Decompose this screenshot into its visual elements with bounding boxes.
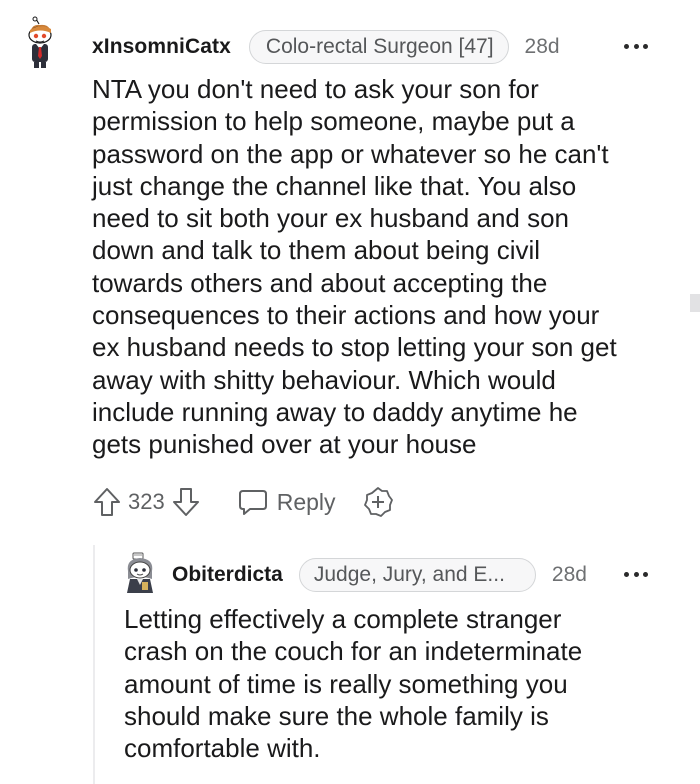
- body-line: NTA you don't need to ask your son for: [92, 74, 539, 104]
- comment-body: NTA you don't need to ask your son for p…: [92, 73, 672, 461]
- reply-username[interactable]: Obiterdicta: [172, 563, 283, 587]
- plus-badge-icon: [363, 487, 393, 517]
- reply-label: Reply: [276, 488, 336, 515]
- body-line: include running away to daddy anytime he: [92, 396, 578, 427]
- reply-body-line: amount of time is really something you: [124, 668, 568, 699]
- comment-timestamp[interactable]: 28d: [525, 35, 560, 59]
- reply-more-options-icon[interactable]: [624, 570, 648, 578]
- body-line: consequences to their actions and how yo…: [92, 300, 600, 331]
- user-avatar[interactable]: [22, 16, 66, 76]
- reply-button[interactable]: Reply: [237, 487, 336, 517]
- body-line: password on the app or whatever so he ca…: [92, 138, 609, 169]
- comment-header: xInsomniCatx Colo-rectal Surgeon [47] 28…: [92, 30, 560, 64]
- speech-bubble-icon: [238, 490, 267, 515]
- body-line: down and talk to them about being civil: [92, 235, 541, 266]
- reply-body-line: should make sure the whole family is: [124, 700, 549, 731]
- comment-action-bar: 323 Reply: [92, 484, 394, 520]
- downvote-arrow-icon[interactable]: [171, 486, 201, 518]
- reply-body: Letting effectively a complete stranger …: [124, 603, 644, 764]
- body-line: away with shitty behaviour. Which would: [92, 364, 556, 395]
- scrollbar-thumb[interactable]: [690, 294, 700, 312]
- upvote-arrow-icon[interactable]: [92, 486, 122, 518]
- award-button[interactable]: [362, 486, 394, 518]
- user-flair: Colo-rectal Surgeon [47]: [248, 30, 509, 64]
- thread-line[interactable]: [93, 545, 95, 784]
- reply-header: Obiterdicta Judge, Jury, and E... 28d: [172, 558, 587, 592]
- body-line: just change the channel like that. You a…: [92, 170, 577, 201]
- reply-body-line: crash on the couch for an indeterminate: [124, 636, 583, 667]
- reply-body-line: comfortable with.: [124, 733, 321, 764]
- body-line: towards others and about accepting the: [92, 267, 548, 298]
- vote-count: 323: [128, 489, 165, 514]
- body-line: permission to help someone, maybe put a: [92, 106, 575, 137]
- reply-user-flair: Judge, Jury, and E...: [298, 558, 536, 592]
- comment-username[interactable]: xInsomniCatx: [92, 35, 231, 59]
- body-line: gets punished over at your house: [92, 429, 477, 460]
- body-line: ex husband needs to stop letting your so…: [92, 332, 617, 363]
- reply-body-line: Letting effectively a complete stranger: [124, 604, 562, 634]
- body-line: need to sit both your ex husband and son: [92, 203, 570, 234]
- reply-timestamp[interactable]: 28d: [552, 563, 587, 587]
- more-options-icon[interactable]: [624, 42, 648, 50]
- reply-user-avatar[interactable]: [122, 551, 160, 597]
